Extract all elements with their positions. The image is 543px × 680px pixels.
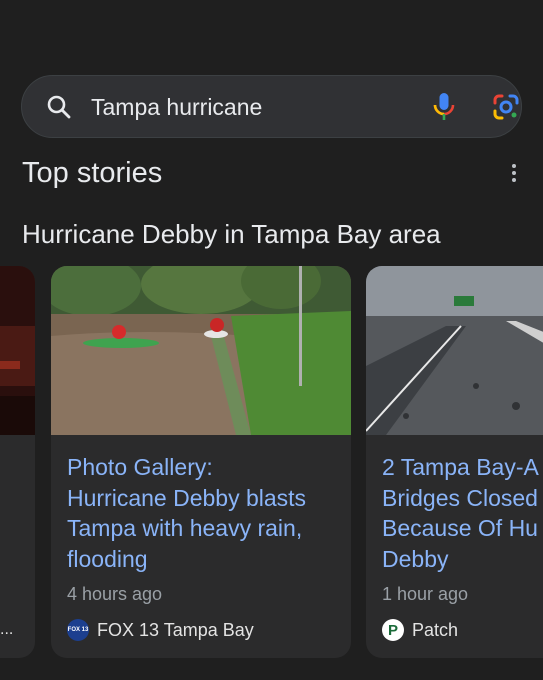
headline-line: Photo Gallery: xyxy=(67,454,213,480)
story-headline[interactable]: 2 Tampa Bay-A Bridges Closed Because Of … xyxy=(382,452,543,574)
story-headline[interactable]: Photo Gallery: Hurricane Debby blasts Ta… xyxy=(67,452,351,574)
search-bar[interactable]: Tampa hurricane xyxy=(21,75,522,138)
bridge-road-image xyxy=(366,266,543,435)
headline-line: Tampa with heavy rain, xyxy=(67,515,303,541)
headline-line: flooding xyxy=(67,545,148,572)
story-card[interactable]: 2 Tampa Bay-A Bridges Closed Because Of … xyxy=(366,266,543,658)
headline-line: Because Of Hu xyxy=(382,515,538,541)
partial-card-ellipsis: ... xyxy=(0,621,14,638)
story-timestamp: 4 hours ago xyxy=(67,584,163,604)
story-topic-heading: Hurricane Debby in Tampa Bay area xyxy=(22,219,441,249)
stories-carousel[interactable]: ... Photo Gallery: Hurricane Debby blast… xyxy=(0,266,543,658)
top-stories-title: Top stories xyxy=(22,157,163,189)
microphone-icon[interactable] xyxy=(431,92,457,122)
headline-line: 2 Tampa Bay-A xyxy=(382,454,539,480)
headline-line: Hurricane Debby blasts xyxy=(67,484,307,511)
search-input[interactable]: Tampa hurricane xyxy=(91,94,262,121)
flood-kayak-image xyxy=(51,266,351,435)
story-timestamp: 1 hour ago xyxy=(382,584,469,604)
patch-logo-icon: P xyxy=(382,619,404,641)
source-name: FOX 13 Tampa Bay xyxy=(97,619,254,640)
google-lens-icon[interactable] xyxy=(492,93,520,121)
more-options-icon[interactable] xyxy=(506,162,522,184)
fox13-logo-icon: FOX 13 xyxy=(67,619,89,641)
story-card-partial[interactable]: ... xyxy=(0,266,35,658)
story-card[interactable]: Photo Gallery: Hurricane Debby blasts Ta… xyxy=(51,266,351,658)
story-image xyxy=(0,266,35,435)
search-icon xyxy=(47,95,71,119)
story-source: FOX 13 FOX 13 Tampa Bay xyxy=(67,619,254,641)
headline-line: Debby xyxy=(382,545,449,572)
story-source: P Patch xyxy=(382,619,458,641)
headline-line: Bridges Closed xyxy=(382,484,538,511)
source-name: Patch xyxy=(412,619,459,640)
